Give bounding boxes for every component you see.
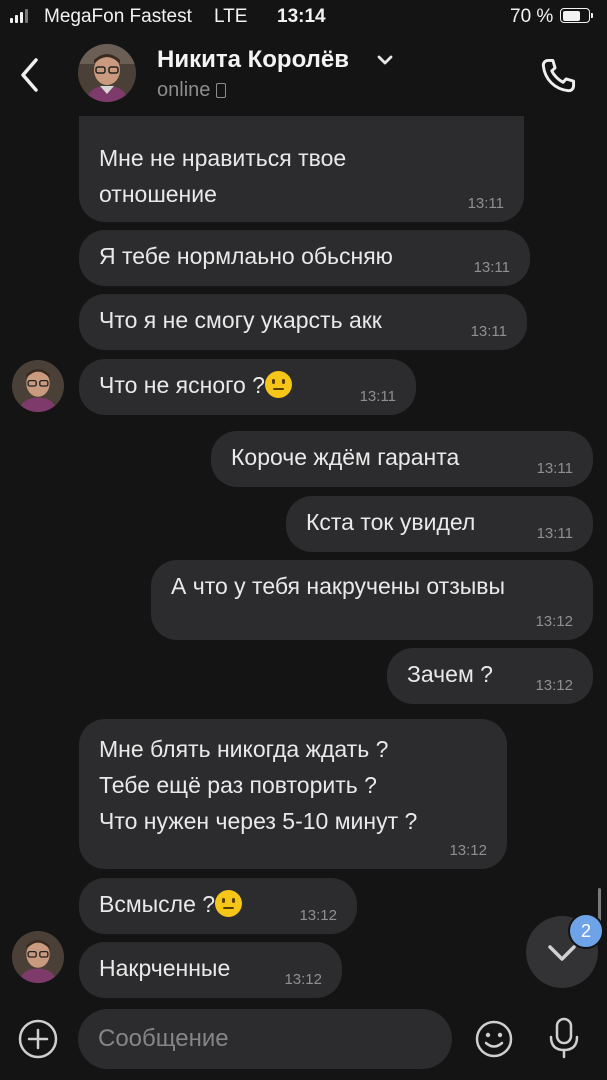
message-text: Кста ток увидел [306, 509, 476, 535]
call-button[interactable] [536, 54, 580, 98]
plus-circle-icon [18, 1019, 58, 1059]
chat-header: Никита Королёв online [0, 34, 607, 116]
neutral-face-emoji-icon [215, 890, 243, 917]
attach-button[interactable] [18, 1019, 58, 1059]
avatar[interactable] [78, 44, 136, 102]
message-time: 13:11 [470, 323, 507, 340]
contact-name[interactable]: Никита Королёв [157, 46, 349, 74]
sender-avatar[interactable] [12, 931, 64, 983]
message-time: 13:12 [535, 613, 573, 630]
message-time: 13:11 [536, 525, 573, 542]
message-bubble[interactable]: Всмысле ? 13:12 [79, 878, 357, 934]
back-button[interactable] [14, 54, 48, 96]
message-time: 13:11 [359, 388, 396, 405]
network-type: LTE [214, 6, 248, 27]
status-bar: MegaFon Fastest LTE 13:14 70 % [0, 0, 607, 34]
message-bubble[interactable]: А что у тебя накручены отзывы 13:12 [151, 560, 593, 640]
message-input[interactable] [78, 1009, 452, 1069]
battery-percent: 70 % [510, 6, 554, 27]
neutral-face-emoji-icon [264, 371, 292, 398]
microphone-icon [549, 1017, 579, 1059]
phone-icon [541, 58, 576, 93]
message-bubble[interactable]: Кста ток увидел 13:11 [286, 496, 593, 552]
contact-status: online [157, 79, 227, 102]
back-arrow-icon [21, 58, 38, 92]
message-bubble[interactable]: Зачем ? 13:12 [387, 648, 593, 704]
message-bubble[interactable]: Короче ждём гаранта 13:11 [211, 431, 593, 487]
message-text: Мне не нравиться твое отношение [99, 145, 347, 207]
message-time: 13:11 [536, 460, 573, 477]
message-time: 13:11 [467, 195, 504, 212]
message-time: 13:12 [535, 677, 573, 694]
sender-avatar[interactable] [12, 360, 64, 412]
carrier-name: MegaFon Fastest [44, 6, 192, 27]
message-bubble[interactable]: Мне не нравиться твое отношение 13:11 [79, 116, 524, 222]
message-time: 13:11 [473, 259, 510, 276]
voice-message-button[interactable] [546, 1016, 582, 1060]
message-bubble[interactable]: Я тебе нормлаьно обьсняю 13:11 [79, 230, 530, 286]
message-time: 13:12 [299, 907, 337, 924]
message-text: Мне блять никогда ждать ? Тебе ещё раз п… [99, 736, 418, 834]
message-text: Что я не смогу укарсть акк [99, 307, 382, 333]
message-bubble[interactable]: Что я не смогу укарсть акк 13:11 [79, 294, 527, 350]
message-text: Я тебе нормлаьно обьсняю [99, 243, 393, 269]
chevron-down-icon[interactable] [376, 53, 394, 67]
clock: 13:14 [277, 6, 326, 27]
message-composer [0, 1000, 607, 1080]
message-bubble[interactable]: Что не ясного ? 13:11 [79, 359, 416, 415]
emoji-button[interactable] [474, 1019, 514, 1059]
message-text: Что не ясного ? [99, 367, 396, 403]
battery-icon [560, 8, 593, 23]
message-text: А что у тебя накручены отзывы [171, 573, 506, 599]
message-time: 13:12 [449, 842, 487, 859]
message-bubble[interactable]: Мне блять никогда ждать ? Тебе ещё раз п… [79, 719, 507, 869]
signal-strength-icon [10, 9, 28, 23]
message-time: 13:12 [284, 971, 322, 988]
message-text: Короче ждём гаранта [231, 444, 460, 470]
unread-count-badge: 2 [568, 913, 604, 949]
mobile-device-icon [216, 83, 227, 98]
message-bubble[interactable]: Накрченные 13:12 [79, 942, 342, 998]
smiley-icon [475, 1020, 513, 1058]
